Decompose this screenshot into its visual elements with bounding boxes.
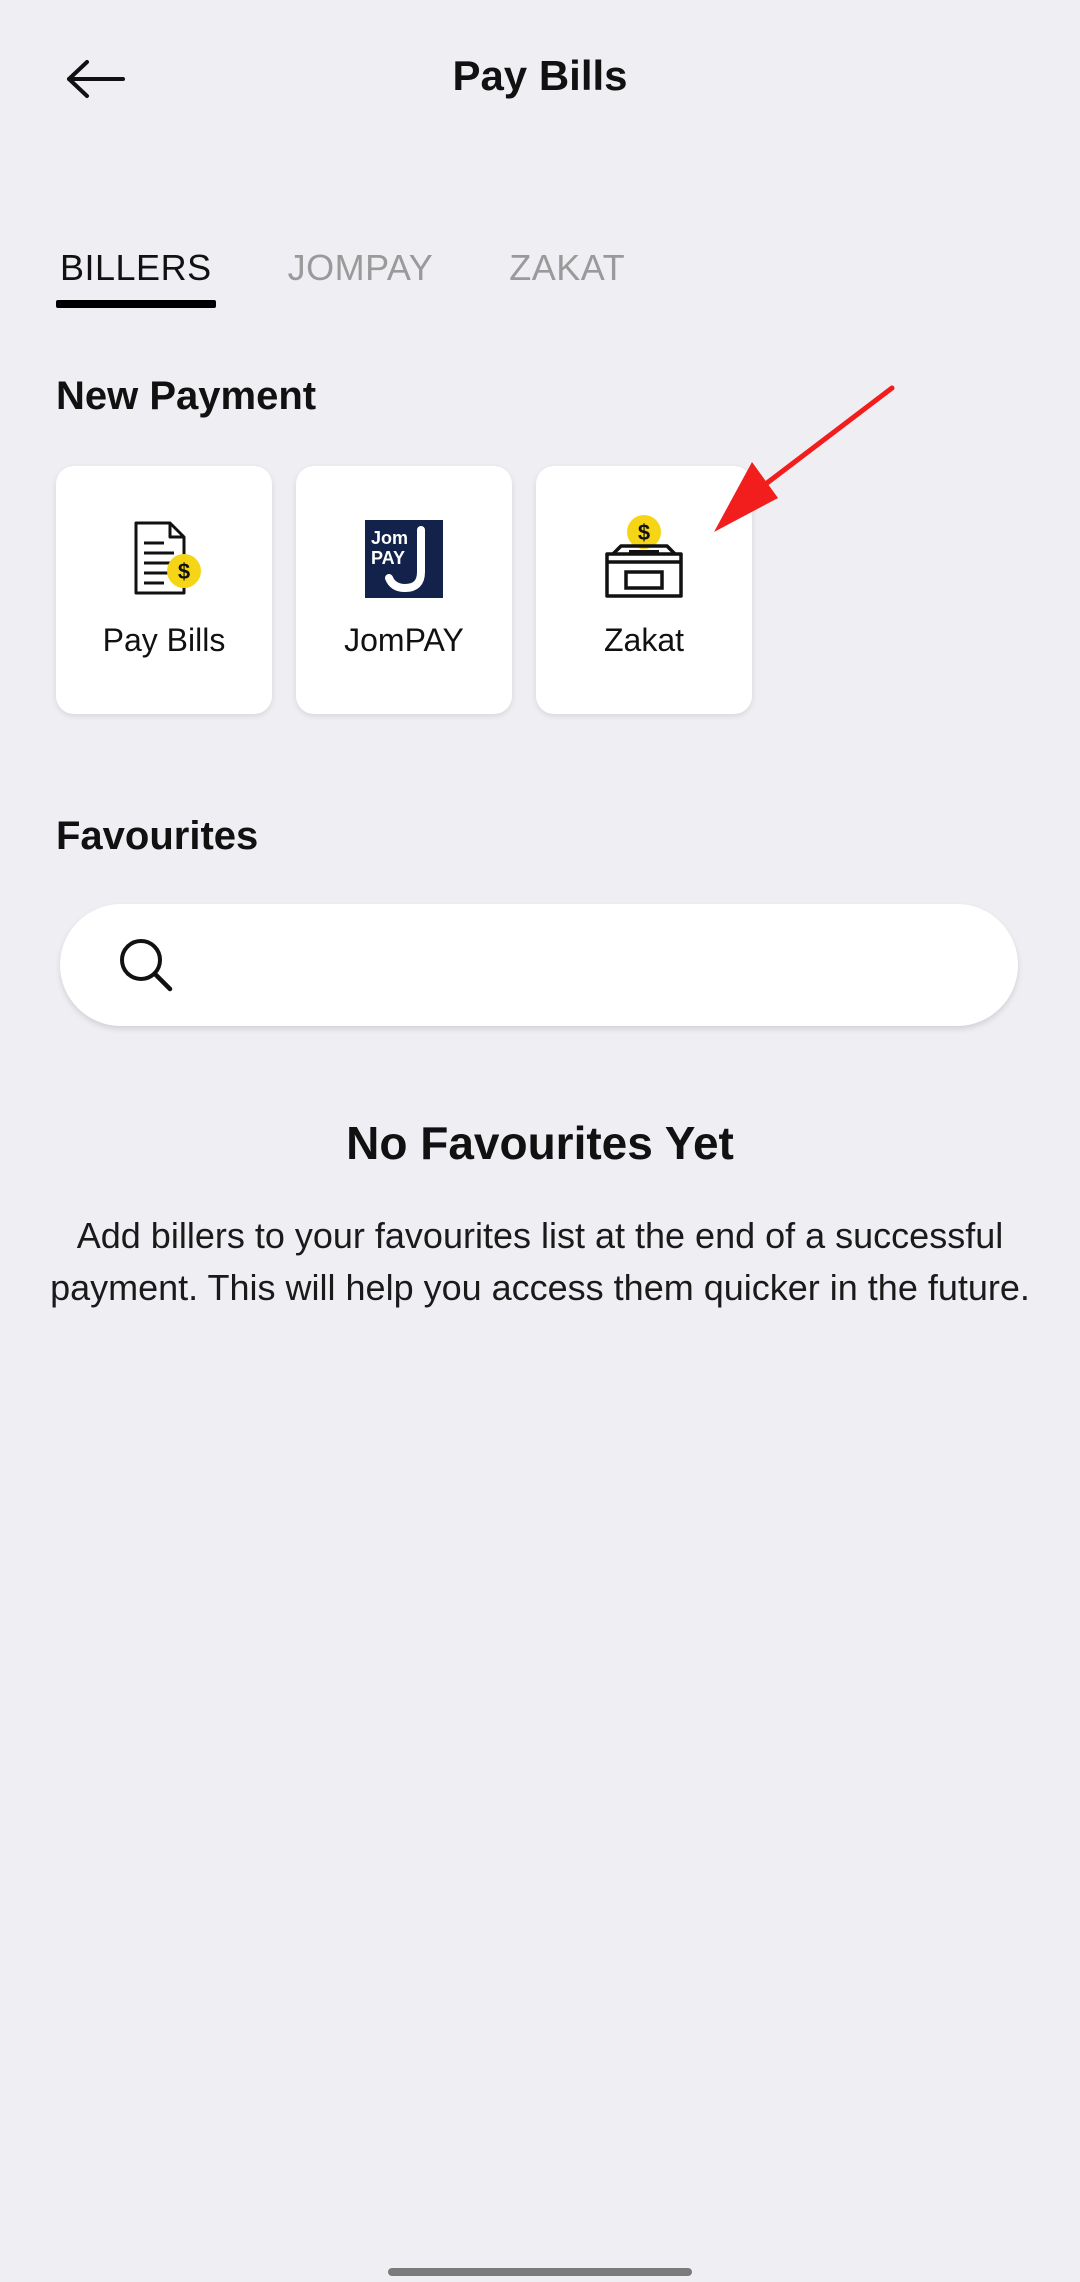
- svg-text:PAY: PAY: [371, 548, 405, 568]
- favourites-search-bar[interactable]: [60, 904, 1018, 1026]
- favourites-title: Favourites: [56, 814, 259, 858]
- favourites-search-input[interactable]: [198, 945, 998, 985]
- tab-zakat[interactable]: ZAKAT: [505, 238, 629, 308]
- home-indicator[interactable]: [388, 2268, 692, 2276]
- svg-text:Jom: Jom: [371, 528, 408, 548]
- bill-document-dollar-icon: $: [116, 514, 212, 604]
- svg-text:$: $: [178, 559, 190, 584]
- jompay-logo-icon: Jom PAY: [356, 514, 452, 604]
- new-payment-title: New Payment: [56, 374, 317, 418]
- jompay-card[interactable]: Jom PAY JomPAY: [296, 466, 512, 714]
- tab-bar: BILLERS JOMPAY ZAKAT: [56, 238, 629, 308]
- tab-billers[interactable]: BILLERS: [56, 238, 216, 308]
- jompay-label: JomPAY: [344, 622, 464, 658]
- header: Pay Bills: [0, 0, 1080, 160]
- pay-bills-card[interactable]: $ Pay Bills: [56, 466, 272, 714]
- donation-box-coin-icon: $: [596, 514, 692, 604]
- svg-text:$: $: [638, 520, 650, 545]
- zakat-label: Zakat: [603, 622, 685, 658]
- pay-bills-label: Pay Bills: [102, 622, 226, 658]
- empty-state-title: No Favourites Yet: [346, 1117, 734, 1169]
- search-icon: [120, 939, 173, 992]
- red-annotation-arrow-icon: [714, 385, 895, 532]
- tab-jompay[interactable]: JOMPAY: [284, 238, 438, 308]
- new-payment-cards: $ Pay Bills Jom PAY JomPAY $ Zakat: [56, 466, 776, 714]
- empty-state-description: Add billers to your favourites list at t…: [50, 1215, 1030, 1308]
- page-title: Pay Bills: [452, 52, 628, 99]
